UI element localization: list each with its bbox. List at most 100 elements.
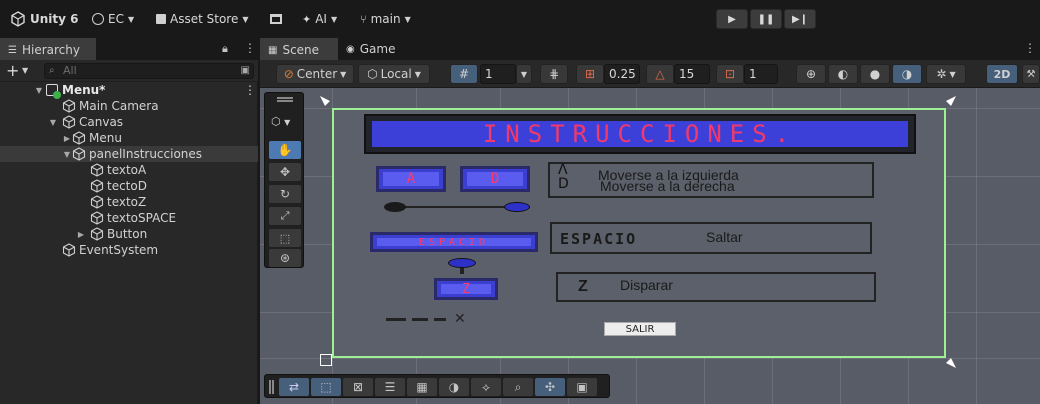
tree-item-tecto-d[interactable]: tectoD	[0, 178, 258, 194]
scale-snap-field[interactable]: 1	[744, 64, 778, 84]
add-icon[interactable]: +	[6, 61, 19, 80]
scale-snap-button[interactable]: ⊡	[716, 64, 744, 84]
move-tool-button[interactable]: ✥	[269, 163, 301, 181]
pause-button[interactable]: ❚❚	[750, 9, 782, 29]
tree-item-texto-space[interactable]: textoSPACE	[0, 210, 258, 226]
lock-icon[interactable]: 🔒︎	[222, 42, 228, 56]
align-icon: ☰	[384, 380, 396, 394]
unity-menu[interactable]: Unity 6	[10, 10, 79, 28]
rect-select-button[interactable]: ⬚	[311, 378, 341, 396]
more-options-icon[interactable]: ⋮	[244, 83, 256, 97]
resize-handle-bottom-right[interactable]	[946, 358, 956, 368]
rotate-tool-button[interactable]: ↻	[269, 185, 301, 203]
expand-arrow-icon[interactable]: ▼	[34, 86, 44, 95]
shading-mode-button[interactable]: ◐	[828, 64, 858, 84]
search-placeholder: All	[63, 64, 77, 77]
debug-dropdown[interactable]: ✲ ▼	[926, 64, 966, 84]
tree-item-label: Button	[107, 227, 148, 241]
gameobject-icon	[90, 195, 104, 209]
resize-handle-top-left[interactable]	[320, 96, 330, 106]
asset-store-dropdown[interactable]: Asset Store ▼	[156, 10, 249, 28]
move-snap-button[interactable]: ⊞	[576, 64, 604, 84]
grid-snap-button[interactable]: ▦	[407, 378, 437, 396]
scale-tool-button[interactable]: ⤢	[269, 207, 301, 225]
list-icon: ☰	[8, 44, 17, 56]
tree-item-texto-a[interactable]: textoA	[0, 162, 258, 178]
scene-root-row[interactable]: ▼ Menu* ⋮	[0, 82, 258, 99]
tree-item-label: textoSPACE	[107, 211, 177, 225]
shuffle-button[interactable]: ⇄	[279, 378, 309, 396]
pivot-mode-dropdown[interactable]: ⊘ Center ▼	[276, 64, 354, 84]
scene-viewport[interactable]: INSTRUCCIONES. A D Λ D Moverse a la izqu…	[260, 88, 1040, 404]
tree-item-texto-z[interactable]: textoZ	[0, 194, 258, 210]
tree-item-button[interactable]: ▶ Button	[0, 226, 258, 242]
key-a-label: A	[406, 171, 416, 187]
collapsed-arrow-icon[interactable]: ▶	[62, 134, 72, 143]
more-options-icon[interactable]: ⋮	[1024, 41, 1036, 55]
drag-handle-icon[interactable]	[277, 97, 293, 99]
tab-hierarchy[interactable]: ☰ Hierarchy	[0, 38, 96, 60]
chevron-down-icon[interactable]: ▼	[22, 66, 28, 75]
key-z-label: Z	[462, 281, 470, 297]
resize-handle-bottom-left[interactable]	[320, 354, 332, 366]
tree-item-main-camera[interactable]: Main Camera	[0, 98, 258, 114]
canvas-rect[interactable]: INSTRUCCIONES. A D Λ D Moverse a la izqu…	[332, 108, 946, 358]
more-options-icon[interactable]: ⋮	[244, 41, 256, 55]
tree-item-panel-instrucciones[interactable]: ▼ panelInstrucciones	[0, 146, 258, 162]
navmesh-button[interactable]: ⟡	[471, 378, 501, 396]
rotate-snap-field[interactable]: 15	[674, 64, 710, 84]
grid-toggle-button[interactable]: #	[450, 64, 478, 84]
game-tab-label: Game	[359, 42, 396, 56]
camera-button[interactable]: ▣	[567, 378, 597, 396]
snap-toggle-button[interactable]: ⋕	[540, 64, 568, 84]
rect-tool-button[interactable]: ⬚	[269, 229, 301, 247]
title-text: INSTRUCCIONES.	[482, 120, 798, 148]
key-z-box: Z	[434, 278, 498, 300]
hierarchy-search-input[interactable]: ⌕ All ▣	[44, 63, 254, 79]
resize-handle-top-right[interactable]	[946, 96, 956, 106]
expand-arrow-icon[interactable]: ▼	[48, 118, 58, 127]
grid-dropdown[interactable]: ▼	[516, 64, 532, 84]
collapsed-arrow-icon[interactable]: ▶	[76, 230, 86, 239]
view-options-dropdown[interactable]: ⬡ ▼	[271, 115, 290, 128]
tab-scene[interactable]: ▦ Scene	[260, 38, 338, 60]
pivot-icon: ✣	[544, 380, 556, 394]
pivot-button[interactable]: ✣	[535, 378, 565, 396]
exit-button[interactable]: SALIR	[604, 322, 676, 336]
step-button[interactable]: ▶❙	[784, 9, 816, 29]
play-button[interactable]: ▶	[716, 9, 748, 29]
transform-tool-button[interactable]: ⊛	[269, 249, 301, 267]
move-snap-value: 0.25	[609, 67, 636, 81]
package-button[interactable]	[270, 10, 282, 28]
cube-icon: ⬡	[367, 67, 378, 81]
search-button[interactable]: ⌕	[503, 378, 533, 396]
grid-size-field[interactable]: 1	[480, 64, 516, 84]
tree-item-event-system[interactable]: EventSystem	[0, 242, 258, 258]
hierarchy-panel: ☰ Hierarchy 🔒︎ ⋮ + ▼ ⌕ All ▣ ▼ Menu* ⋮ M…	[0, 38, 258, 404]
shading-toggle-button[interactable]: ◑	[892, 64, 922, 84]
light-probe-button[interactable]: ◑	[439, 378, 469, 396]
expand-arrow-icon[interactable]: ▼	[62, 150, 72, 159]
collider-button[interactable]: ⊠	[343, 378, 373, 396]
drag-handle-icon[interactable]	[269, 380, 271, 394]
tools-overflow-button[interactable]: ⚒	[1022, 64, 1040, 84]
ai-dropdown[interactable]: ✦ AI ▼	[302, 10, 337, 28]
draw-mode-button[interactable]: ⊕	[796, 64, 826, 84]
rotate-snap-button[interactable]: △	[646, 64, 674, 84]
lighting-toggle-button[interactable]: ●	[860, 64, 890, 84]
chevron-down-icon: ▼	[520, 69, 528, 79]
hand-tool-button[interactable]: ✋	[269, 141, 301, 159]
toggle-2d-button[interactable]: 2D	[986, 64, 1018, 84]
globe-icon: ⊕	[805, 67, 817, 81]
search-filter-icon[interactable]: ▣	[241, 64, 250, 78]
branch-dropdown[interactable]: ⑂ main ▼	[360, 10, 411, 28]
move-snap-field[interactable]: 0.25	[604, 64, 640, 84]
account-dropdown[interactable]: EC ▼	[92, 10, 134, 28]
pivot-icon: ⊘	[283, 67, 294, 81]
align-button[interactable]: ☰	[375, 378, 405, 396]
tree-item-menu[interactable]: ▶ Menu	[0, 130, 258, 146]
search-icon: ⌕	[49, 65, 55, 76]
tab-game[interactable]: ◉ Game	[338, 38, 408, 60]
tree-item-canvas[interactable]: ▼ Canvas	[0, 114, 258, 130]
space-mode-dropdown[interactable]: ⬡ Local ▼	[358, 64, 430, 84]
